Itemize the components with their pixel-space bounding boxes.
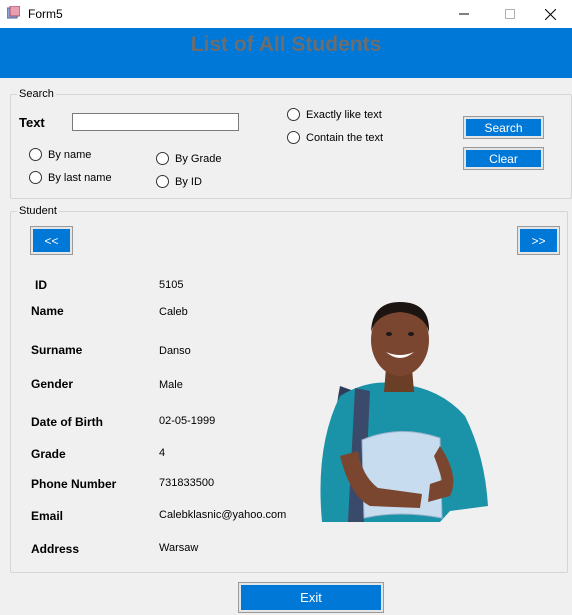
radio-label: By last name (48, 171, 112, 184)
grade-value: 4 (159, 447, 166, 459)
radio-label: Exactly like text (306, 108, 382, 121)
next-button[interactable]: >> (517, 226, 560, 255)
address-label: Address (31, 542, 80, 556)
close-icon (545, 8, 556, 20)
radio-circle (29, 148, 42, 161)
radio-by-id[interactable]: By ID (156, 175, 202, 188)
student-group-label: Student (17, 205, 59, 217)
title-bar: Form5 (0, 0, 572, 28)
email-label: Email (31, 509, 64, 523)
exit-button[interactable]: Exit (238, 582, 384, 613)
exit-button-label: Exit (241, 585, 381, 610)
previous-button-label: << (33, 229, 70, 252)
maximize-button[interactable] (487, 0, 533, 28)
id-label: ID (35, 278, 47, 292)
phone-label: Phone Number (31, 477, 117, 491)
surname-label: Surname (31, 343, 83, 357)
close-button[interactable] (529, 0, 572, 28)
address-value: Warsaw (159, 542, 199, 554)
radio-circle (287, 131, 300, 144)
radio-exactly-like-text[interactable]: Exactly like text (287, 108, 382, 121)
window-title: Form5 (28, 7, 63, 21)
app-icon (7, 6, 20, 19)
student-photo (320, 302, 488, 522)
radio-label: Contain the text (306, 131, 384, 144)
gender-label: Gender (31, 377, 74, 391)
maximize-icon (505, 9, 515, 19)
phone-value: 731833500 (159, 477, 215, 489)
gender-value: Male (159, 379, 183, 391)
minimize-icon (459, 13, 469, 15)
radio-by-last-name[interactable]: By last name (29, 171, 112, 184)
next-button-label: >> (520, 229, 557, 252)
name-label: Name (31, 304, 64, 318)
clear-button-label: Clear (466, 150, 541, 167)
surname-value: Danso (159, 345, 191, 357)
radio-label: By Grade (175, 152, 222, 165)
search-button[interactable]: Search (463, 116, 544, 139)
radio-contain-the-text[interactable]: Contain the text (287, 131, 383, 144)
minimize-button[interactable] (441, 0, 487, 28)
dob-label: Date of Birth (31, 415, 103, 429)
dob-value: 02-05-1999 (159, 415, 216, 427)
radio-circle (287, 108, 300, 121)
search-group-label: Search (17, 88, 56, 100)
radio-by-grade[interactable]: By Grade (156, 152, 221, 165)
page-title: List of All Students (190, 33, 382, 56)
search-text-input[interactable] (72, 113, 239, 131)
radio-label: By name (48, 148, 92, 161)
previous-button[interactable]: << (30, 226, 73, 255)
header-banner: List of All Students (0, 28, 572, 78)
grade-label: Grade (31, 447, 66, 461)
id-value: 5105 (159, 279, 184, 291)
radio-circle (29, 171, 42, 184)
search-button-label: Search (466, 119, 541, 136)
email-value: Calebklasnic@yahoo.com (159, 509, 287, 521)
radio-circle (156, 152, 169, 165)
name-value: Caleb (159, 306, 188, 318)
radio-by-name[interactable]: By name (29, 148, 91, 161)
clear-button[interactable]: Clear (463, 147, 544, 170)
text-label: Text (19, 115, 45, 130)
radio-circle (156, 175, 169, 188)
radio-label: By ID (175, 175, 202, 188)
